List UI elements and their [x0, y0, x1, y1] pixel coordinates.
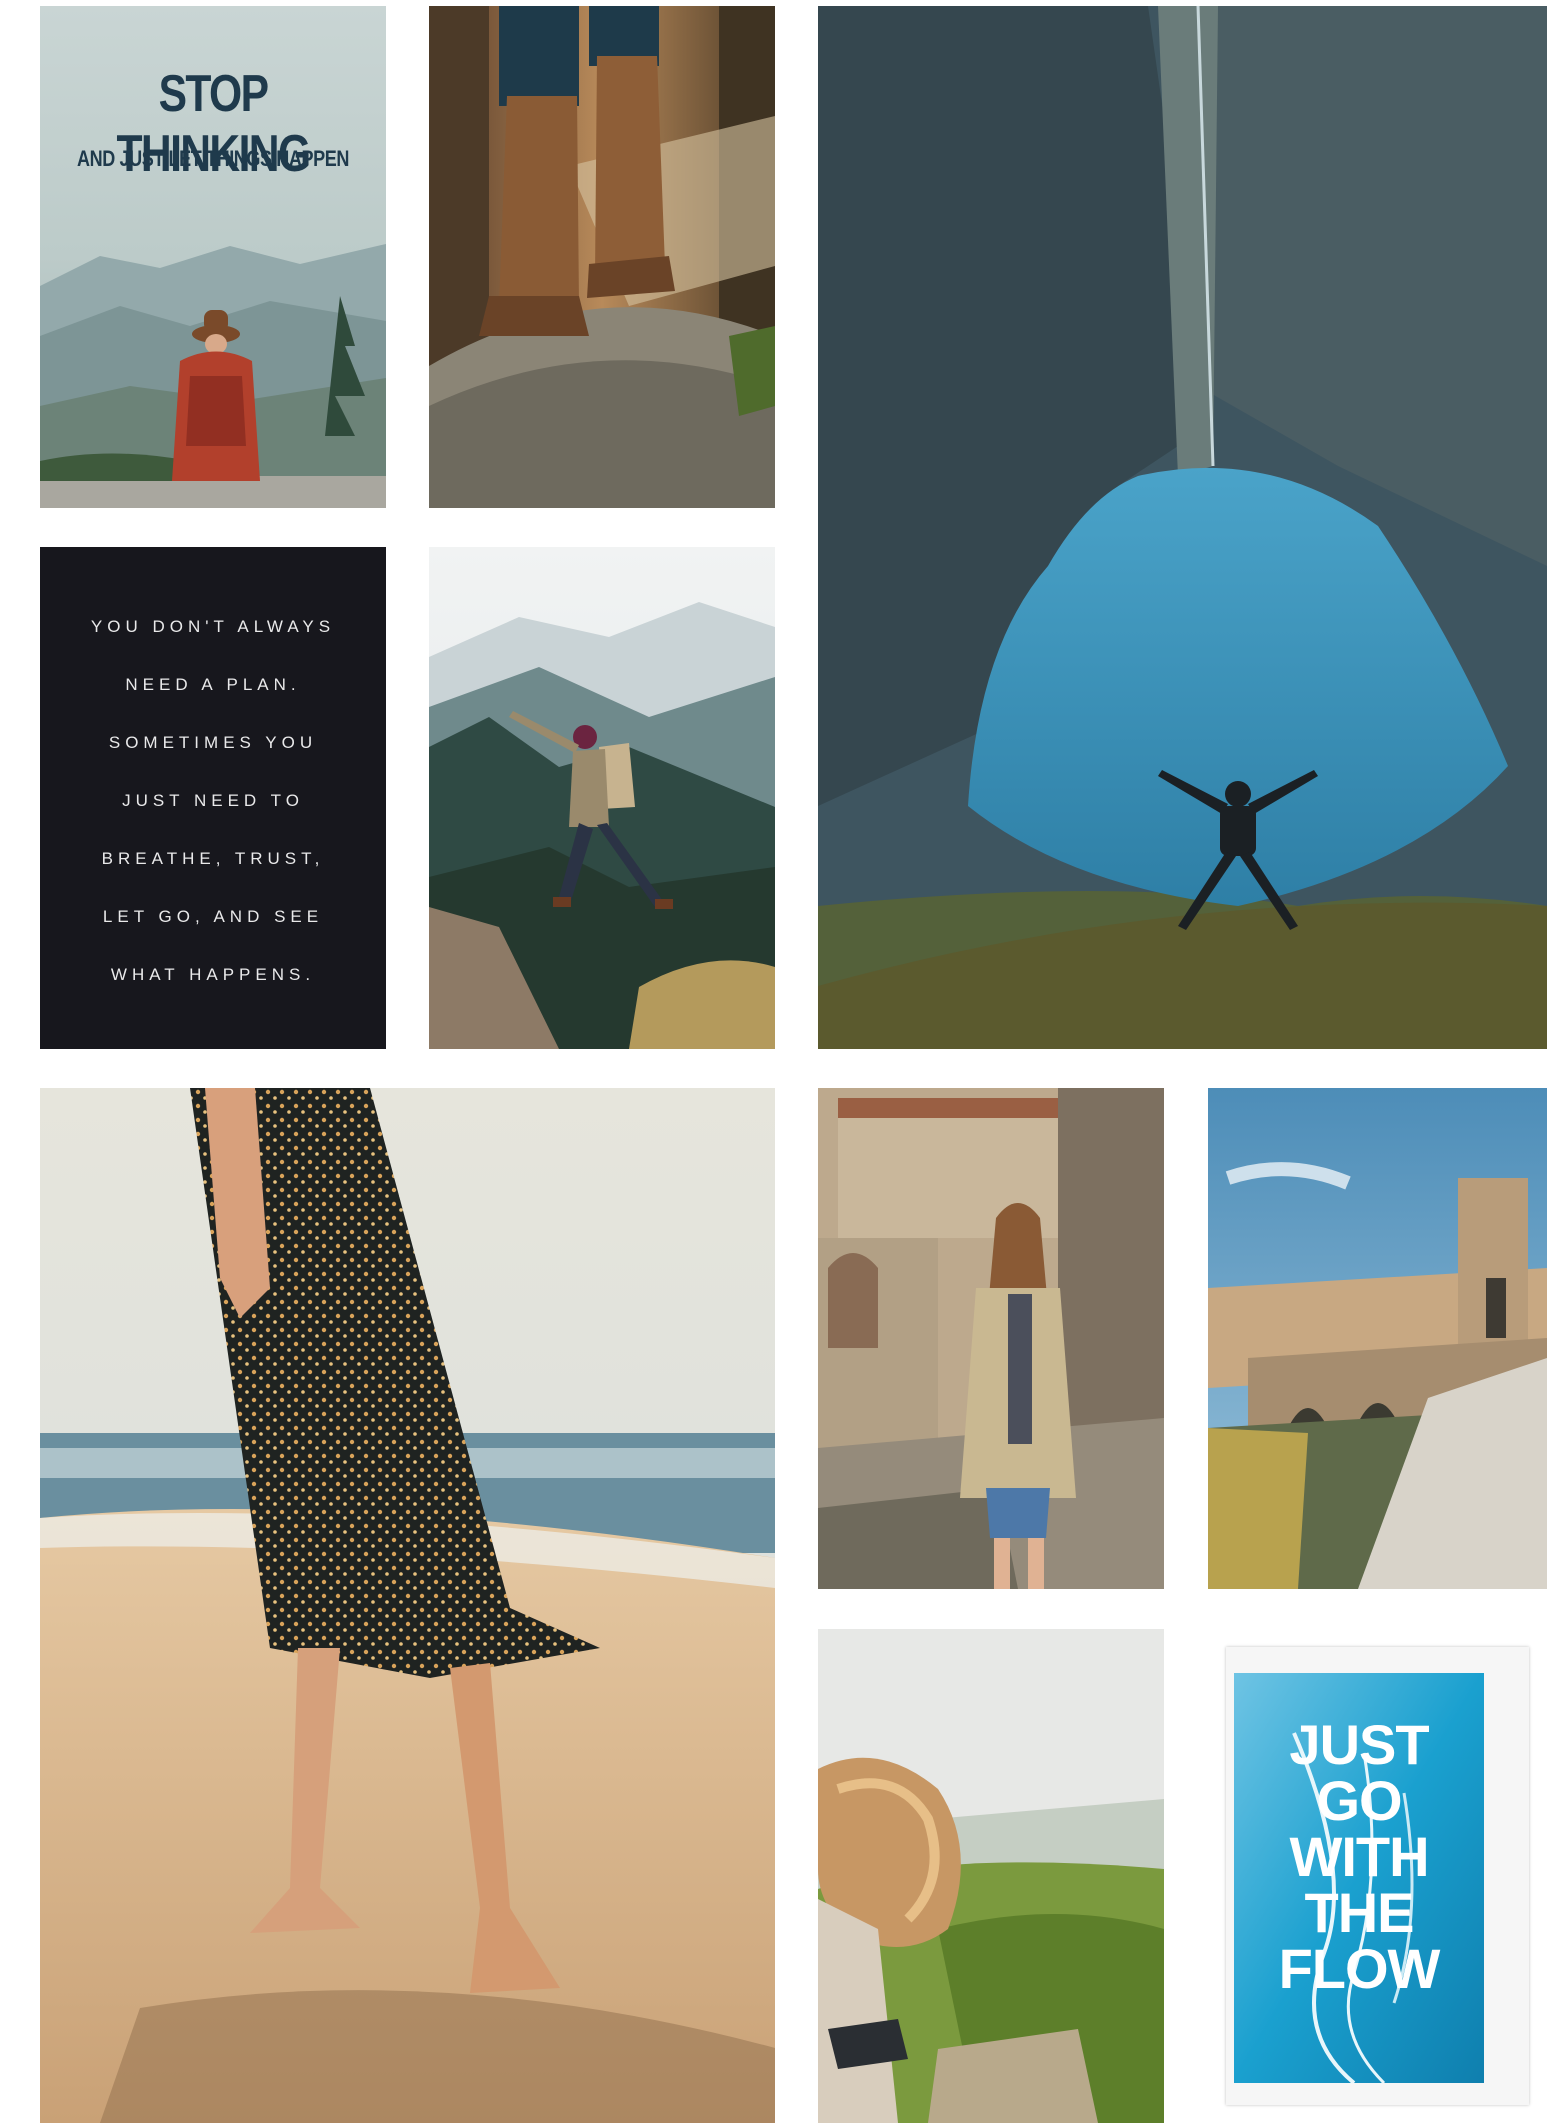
poster-artwork: JUST GO WITH THE FLOW [1234, 1673, 1484, 2083]
photo-beach-image [40, 1088, 775, 2123]
flow-word: WITH [1289, 1825, 1429, 1888]
poster-quote: YOU DON'T ALWAYS NEED A PLAN. SOMETIMES … [40, 613, 386, 1019]
photo-medieval-bridge [1208, 1088, 1547, 1589]
poster-dont-need-a-plan: YOU DON'T ALWAYS NEED A PLAN. SOMETIMES … [40, 547, 386, 1049]
flow-word: THE [1304, 1881, 1415, 1944]
poster-go-with-the-flow: JUST GO WITH THE FLOW [1208, 1629, 1547, 2123]
poster-subtitle: AND JUST LET THINGS HAPPEN [76, 146, 349, 171]
photo-boots-on-log [429, 6, 775, 508]
photo-mountain-lake-jump [818, 6, 1547, 1049]
photo-lake-image [818, 6, 1547, 1049]
photo-beach-walk [40, 1088, 775, 2123]
flow-word: FLOW [1278, 1937, 1441, 2000]
quote-line: NEED A PLAN. [125, 675, 301, 694]
flow-word: JUST [1289, 1713, 1429, 1776]
poster-flow-text: JUST GO WITH THE FLOW [1234, 1717, 1484, 1997]
photo-woman-old-village [818, 1088, 1164, 1589]
quote-line: BREATHE, TRUST, [101, 849, 325, 868]
photo-village-image [818, 1088, 1164, 1589]
photo-hair-image [818, 1629, 1164, 2123]
quote-line: SOMETIMES YOU [108, 733, 318, 752]
photo-boots-image [429, 6, 775, 508]
flow-word: GO [1316, 1769, 1402, 1832]
photo-windblown-hair [818, 1629, 1164, 2123]
poster-stop-thinking: STOP THINKING AND JUST LET THINGS HAPPEN [40, 6, 386, 508]
photo-bridge-image [1208, 1088, 1547, 1589]
photo-hiker-leap [429, 547, 775, 1049]
quote-line: WHAT HAPPENS. [110, 965, 316, 984]
quote-line: YOU DON'T ALWAYS [90, 617, 336, 636]
photo-hiker-image [429, 547, 775, 1049]
quote-line: LET GO, AND SEE [102, 907, 324, 926]
quote-line: JUST NEED TO [122, 791, 304, 810]
